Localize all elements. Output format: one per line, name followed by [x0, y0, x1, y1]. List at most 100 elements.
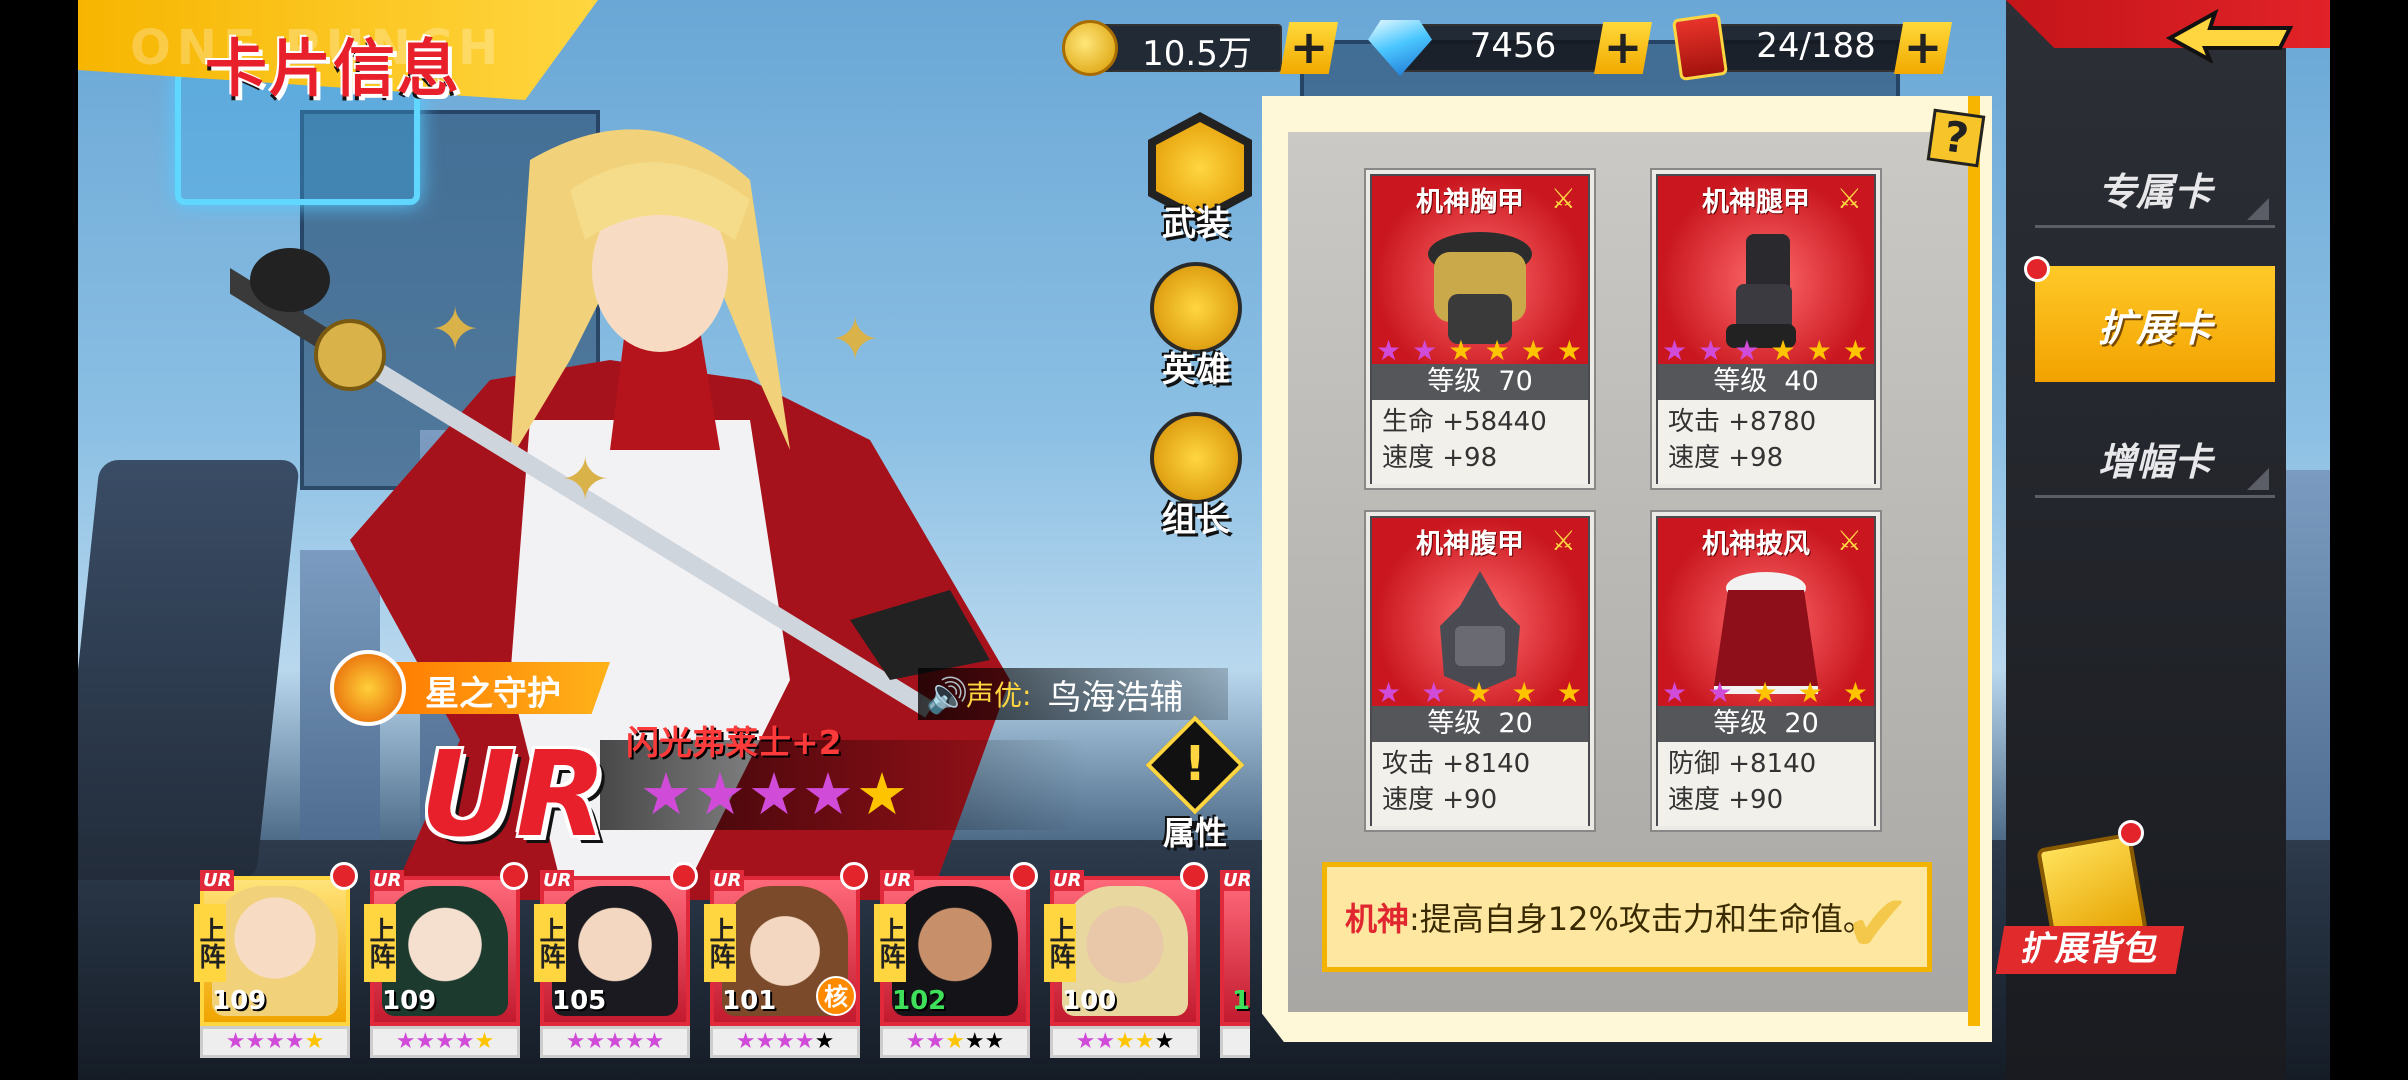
roster-slot[interactable]: UR 上阵 109 ★★★★★ — [360, 858, 528, 1068]
notification-dot — [1010, 862, 1038, 890]
set-effect-description: 机神:提高自身12%攻击力和生命值。 ✔ — [1322, 862, 1932, 972]
stat-line: 速度 +98 — [1382, 443, 1498, 473]
equipment-card-waist[interactable]: 机神腹甲 ⚔ ★ ★ ★ ★ ★ 等级 20 攻击 +8140 速度 +90 — [1366, 512, 1594, 830]
tab-label: 专属卡 — [2097, 169, 2212, 214]
card-level: 等级 40 — [1658, 364, 1874, 400]
deployed-tag: 上阵 — [874, 904, 906, 982]
stat-line: 攻击 +8140 — [1382, 749, 1531, 779]
page-title: 卡片信息 — [205, 32, 462, 105]
checkmark-icon: ✔ — [1843, 877, 1911, 970]
svg-text:✦: ✦ — [430, 295, 480, 365]
tab-label: 增幅卡 — [2097, 439, 2212, 484]
tab-expansion-card[interactable]: 扩展卡 — [2035, 266, 2275, 382]
star-guard-badge[interactable]: 星之守护 — [330, 650, 620, 726]
set-effect-text: :提高自身12%攻击力和生命值。 — [1409, 900, 1875, 938]
rarity-tag: UR — [370, 870, 405, 891]
roster-slot[interactable]: UR 上阵 102 ★★★★★ — [870, 858, 1038, 1068]
back-arrow-icon[interactable] — [2160, 8, 2300, 63]
voice-label: 声优: — [966, 679, 1032, 712]
hero-level: 109 — [212, 986, 267, 1016]
notification-dot — [2024, 256, 2050, 282]
hero-stars: ★ — [1220, 1026, 1250, 1058]
level-value: 20 — [1498, 708, 1533, 739]
armament-label: 武装 — [1162, 204, 1230, 244]
ticket-value: 24/188 — [1756, 26, 1876, 66]
hero-button[interactable]: 英雄 — [1140, 262, 1252, 390]
card-stars: ★ ★ ★ ★ ★ — [1662, 676, 1868, 709]
card-name: 机神腹甲 — [1416, 529, 1524, 560]
gold-coin-icon — [1062, 20, 1118, 76]
equipment-card-cape[interactable]: 机神披风 ⚔ ★ ★ ★ ★ ★ 等级 20 防御 +8140 速度 +90 — [1652, 512, 1880, 830]
rarity-tag: UR — [1220, 870, 1250, 891]
tab-amplify-card[interactable]: 增幅卡 — [2035, 418, 2275, 498]
card-level: 等级 70 — [1372, 364, 1588, 400]
hero-roster: UR 上阵 109 ★★★★★ UR 上阵 109 ★★★★★ UR 上阵 10… — [190, 858, 1250, 1080]
speaker-icon: 🔊 — [926, 676, 969, 716]
attribute-button[interactable]: ! 属性 — [1140, 715, 1250, 852]
level-value: 40 — [1784, 366, 1819, 397]
sword-icon: ⚔ — [1550, 182, 1576, 215]
hero-eagle-icon — [1150, 262, 1242, 354]
card-stars: ★ ★ ★ ★ ★ ★ — [1662, 334, 1868, 367]
card-level: 等级 20 — [1658, 706, 1874, 742]
hero-stars: ★★★★★ — [880, 1026, 1030, 1058]
hero-level: 109 — [382, 986, 437, 1016]
hero-level: 105 — [552, 986, 607, 1016]
roster-slot[interactable]: UR 上阵 105 ★★★★★ — [530, 858, 698, 1068]
equipment-card-chest[interactable]: 机神胸甲 ⚔ ★ ★ ★ ★ ★ ★ 等级 70 生命 +58440 速度 +98 — [1366, 170, 1594, 488]
deployed-tag: 上阵 — [194, 904, 226, 982]
card-stars: ★ ★ ★ ★ ★ — [1376, 676, 1582, 709]
sword-icon: ⚔ — [1836, 182, 1862, 215]
stat-line: 速度 +98 — [1668, 443, 1784, 473]
deployed-tag: 上阵 — [534, 904, 566, 982]
card-stats: 攻击 +8140 速度 +90 — [1372, 742, 1588, 826]
add-ticket-button[interactable]: + — [1894, 22, 1952, 74]
tab-exclusive-card[interactable]: 专属卡 — [2035, 148, 2275, 228]
armament-button[interactable]: 武装 — [1140, 112, 1252, 244]
voice-actor-button[interactable]: 🔊 声优: 鸟海浩辅 — [918, 668, 1228, 720]
help-button[interactable]: ? — [1926, 108, 1986, 168]
expansion-bag-button[interactable]: 扩展背包 — [1995, 820, 2190, 980]
stat-line: 速度 +90 — [1382, 785, 1498, 815]
diamond-currency: 7456 + — [1368, 20, 1668, 76]
hero-stars: ★★★★★ — [710, 1026, 860, 1058]
card-name: 机神胸甲 — [1416, 187, 1524, 218]
add-diamond-button[interactable]: + — [1594, 22, 1652, 74]
attribute-label: 属性 — [1162, 814, 1227, 852]
bag-label: 扩展背包 — [1995, 926, 2185, 974]
svg-text:✦: ✦ — [560, 445, 610, 515]
tab-corner — [2247, 468, 2269, 490]
deployed-tag: 上阵 — [364, 904, 396, 982]
roster-slot[interactable]: UR 上阵 109 ★★★★★ — [190, 858, 358, 1068]
notification-dot — [2118, 820, 2144, 846]
rarity-tag: UR — [540, 870, 575, 891]
rarity-tag: UR — [880, 870, 915, 891]
game-screen: ✦ ✦ ✦ ONE PUNCH 卡片信息 10.5万 + 7456 + 24/1… — [0, 0, 2408, 1080]
character-stars: ★★★★★ — [640, 760, 910, 828]
roster-slot[interactable]: UR 上阵 100 ★★★★★ — [1040, 858, 1208, 1068]
tab-divider — [2035, 495, 2275, 498]
level-label: 等级 — [1713, 366, 1768, 397]
leader-button[interactable]: 组长 — [1140, 412, 1252, 540]
hero-stars: ★★★★★ — [370, 1026, 520, 1058]
stat-line: 防御 +8140 — [1668, 749, 1817, 779]
card-name: 机神披风 — [1702, 529, 1810, 560]
hero-level: 101 — [722, 986, 777, 1016]
card-stats: 防御 +8140 速度 +90 — [1658, 742, 1874, 826]
ticket-currency: 24/188 + — [1671, 12, 1972, 82]
diamond-value: 7456 — [1469, 26, 1557, 66]
rarity-tag: UR — [200, 870, 235, 891]
add-gold-button[interactable]: + — [1280, 22, 1338, 74]
card-level: 等级 20 — [1372, 706, 1588, 742]
card-name: 机神腿甲 — [1702, 187, 1810, 218]
voice-actor-name: 鸟海浩辅 — [1047, 677, 1184, 718]
character-name: 闪光弗莱士+2 — [626, 723, 842, 762]
notification-dot — [670, 862, 698, 890]
tab-label: 扩展卡 — [2097, 305, 2212, 350]
roster-slot[interactable]: UR 1 ★ — [1210, 858, 1250, 1068]
rarity-badge: UR — [420, 725, 607, 863]
equipment-card-legs[interactable]: 机神腿甲 ⚔ ★ ★ ★ ★ ★ ★ 等级 40 攻击 +8780 速度 +98 — [1652, 170, 1880, 488]
exclamation-icon: ! — [1184, 736, 1206, 792]
hero-level: 100 — [1062, 986, 1117, 1016]
roster-slot[interactable]: UR 上阵 101 核 ★★★★★ — [700, 858, 868, 1068]
